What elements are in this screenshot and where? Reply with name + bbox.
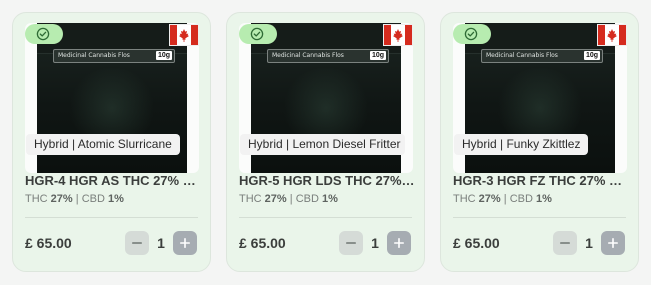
increase-quantity-button[interactable] [173, 231, 197, 255]
product-price: £ 65.00 [239, 235, 286, 251]
thc-value: 27% [50, 193, 73, 205]
cbd-value: 1% [107, 193, 124, 205]
increase-quantity-button[interactable] [387, 231, 411, 255]
pouch-label-band: Medicinal Cannabis Flos 10g [53, 49, 175, 63]
check-circle-icon [464, 27, 478, 41]
thc-label: THC [239, 193, 262, 205]
minus-icon [560, 242, 570, 244]
quantity-value[interactable]: 1 [153, 235, 169, 251]
product-card[interactable]: Medicinal Cannabis Flos 10g HG Hybrid | … [12, 12, 211, 272]
increase-quantity-button[interactable] [601, 231, 625, 255]
strain-tag: Hybrid | Funky Zkittlez [454, 134, 589, 155]
cbd-label: CBD [81, 193, 105, 205]
verified-badge [239, 24, 277, 44]
quantity-value[interactable]: 1 [581, 235, 597, 251]
cannabinoid-info: THC 27% | CBD 1% [25, 193, 124, 205]
plus-icon [394, 238, 404, 248]
cbd-value: 1% [535, 193, 552, 205]
thc-label: THC [453, 193, 476, 205]
pouch-label: Medicinal Cannabis Flos [272, 52, 344, 59]
strain-tag: Hybrid | Atomic Slurricane [26, 134, 180, 155]
verified-badge [25, 24, 63, 44]
cbd-label: CBD [295, 193, 319, 205]
product-card[interactable]: Medicinal Cannabis Flos 10g HG Hybrid | … [226, 12, 425, 272]
cbd-value: 1% [321, 193, 338, 205]
check-circle-icon [36, 27, 50, 41]
decrease-quantity-button[interactable] [553, 231, 577, 255]
thc-value: 27% [264, 193, 287, 205]
plus-icon [180, 238, 190, 248]
canada-flag-icon [384, 25, 412, 45]
product-title[interactable]: HGR-5 HGR LDS THC 27% 3.5g [239, 173, 415, 188]
pouch-label: Medicinal Cannabis Flos [486, 52, 558, 59]
product-title[interactable]: HGR-3 HGR FZ THC 27% 3.5g [453, 173, 629, 188]
cbd-label: CBD [509, 193, 533, 205]
plus-icon [608, 238, 618, 248]
minus-icon [346, 242, 356, 244]
card-divider [25, 217, 198, 218]
minus-icon [132, 242, 142, 244]
card-divider [453, 217, 626, 218]
product-card[interactable]: Medicinal Cannabis Flos 10g HG Hybrid | … [440, 12, 639, 272]
canada-flag-icon [598, 25, 626, 45]
pouch-weight: 10g [155, 51, 172, 60]
product-title[interactable]: HGR-4 HGR AS THC 27% 3.5g [25, 173, 201, 188]
product-price: £ 65.00 [453, 235, 500, 251]
pouch-weight: 10g [369, 51, 386, 60]
cannabinoid-info: THC 27% | CBD 1% [239, 193, 338, 205]
product-price: £ 65.00 [25, 235, 72, 251]
pouch-label: Medicinal Cannabis Flos [58, 52, 130, 59]
strain-tag: Hybrid | Lemon Diesel Fritter [240, 134, 405, 155]
thc-label: THC [25, 193, 48, 205]
verified-badge [453, 24, 491, 44]
decrease-quantity-button[interactable] [125, 231, 149, 255]
check-circle-icon [250, 27, 264, 41]
pouch-weight: 10g [583, 51, 600, 60]
card-divider [239, 217, 412, 218]
quantity-value[interactable]: 1 [367, 235, 383, 251]
canada-flag-icon [170, 25, 198, 45]
thc-value: 27% [478, 193, 501, 205]
pouch-label-band: Medicinal Cannabis Flos 10g [481, 49, 603, 63]
cannabinoid-info: THC 27% | CBD 1% [453, 193, 552, 205]
pouch-label-band: Medicinal Cannabis Flos 10g [267, 49, 389, 63]
decrease-quantity-button[interactable] [339, 231, 363, 255]
